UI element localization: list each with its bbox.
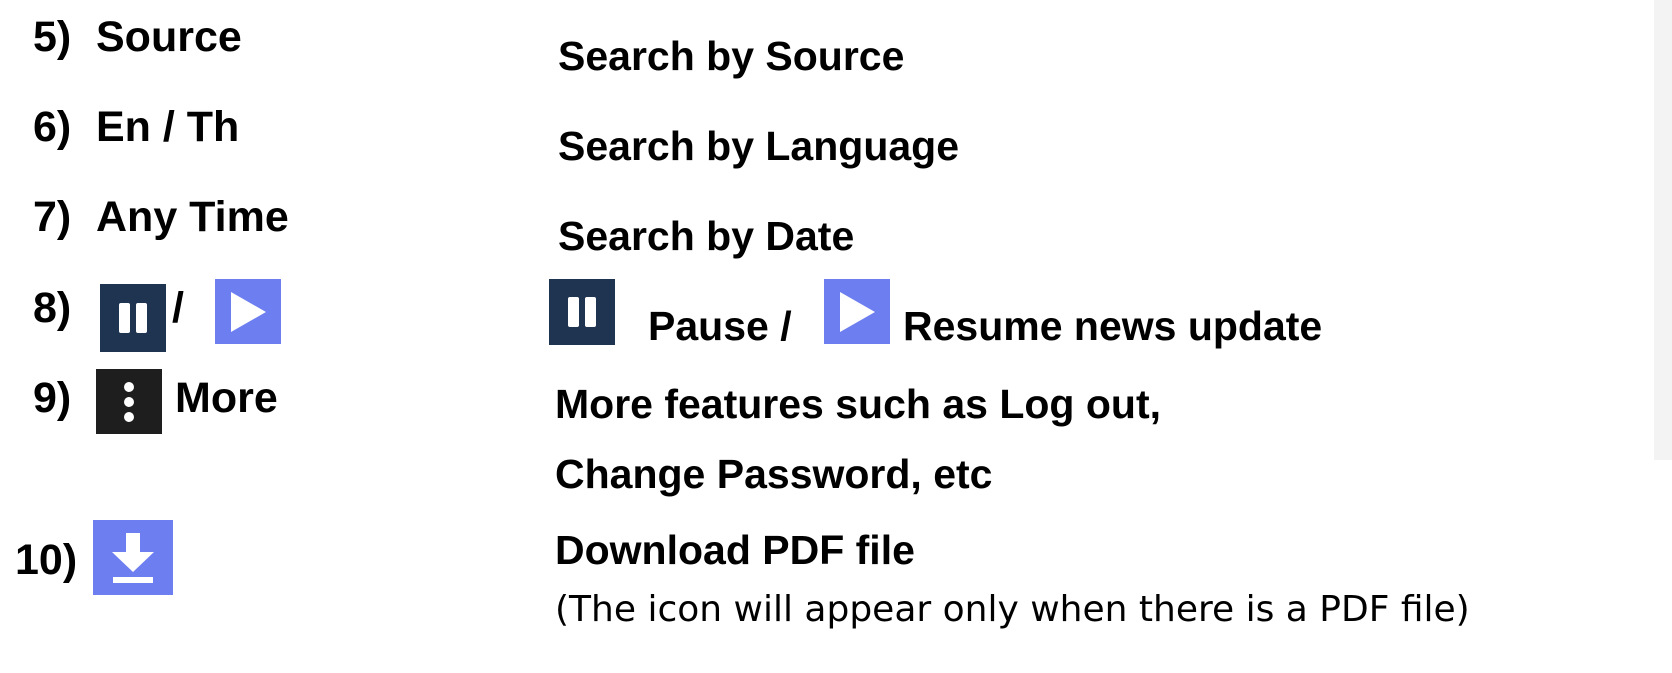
row-7-number: 7) [33, 193, 72, 241]
row-8-number: 8) [33, 284, 72, 332]
row-9-label: More [175, 374, 278, 422]
row-9-number: 9) [33, 374, 72, 422]
more-dots-glyph [124, 381, 134, 422]
row-8-separator: / [172, 284, 184, 332]
row-6-number: 6) [33, 103, 72, 151]
row-6-label: En / Th [96, 103, 240, 151]
row-7-label: Any Time [96, 193, 289, 241]
pause-glyph [119, 303, 147, 333]
row-10-description: Download PDF file [555, 527, 915, 573]
row-9-description-line-2: Change Password, etc [555, 451, 993, 497]
row-8-resume-description: Resume news update [903, 303, 1323, 349]
play-glyph [840, 291, 875, 332]
row-6-description: Search by Language [558, 123, 960, 169]
row-10-note: (The icon will appear only when there is… [555, 589, 1470, 630]
row-8-pause-description: Pause / [648, 303, 792, 349]
play-icon [824, 279, 890, 344]
row-5-number: 5) [33, 13, 72, 61]
pause-icon [549, 279, 615, 345]
pause-icon [100, 284, 166, 352]
row-5-description: Search by Source [558, 33, 905, 79]
row-10-number: 10) [15, 536, 78, 584]
download-glyph [112, 532, 154, 583]
pause-glyph [568, 297, 596, 327]
row-5-label: Source [96, 13, 242, 61]
row-7-description: Search by Date [558, 213, 855, 259]
row-9-description-line-1: More features such as Log out, [555, 381, 1161, 427]
play-icon [215, 279, 281, 344]
more-vertical-icon [96, 369, 162, 434]
scroll-edge [1654, 0, 1672, 460]
play-glyph [231, 291, 266, 332]
download-icon [93, 520, 173, 595]
